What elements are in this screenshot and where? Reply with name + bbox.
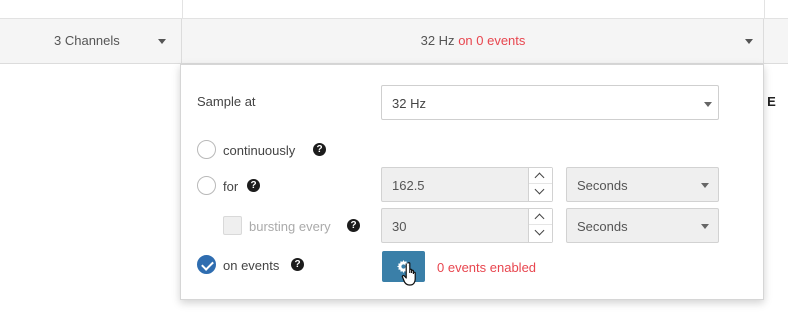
stepper-up-button[interactable] [529, 168, 552, 184]
chevron-down-icon [745, 39, 753, 44]
channel-header-row: 3 Channels 32 Hz on 0 events [0, 18, 788, 64]
chevron-down-icon [534, 225, 545, 236]
continuously-label: continuously [223, 143, 296, 158]
rate-events: on 0 events [458, 33, 526, 48]
continuously-radio[interactable] [197, 140, 216, 159]
channels-label: 3 Channels [54, 33, 120, 48]
sample-rate-summary: 32 Hz on 0 events [182, 33, 764, 48]
stepper-down-button[interactable] [529, 225, 552, 241]
hand-pointer-icon [401, 262, 416, 286]
duration-stepper[interactable] [528, 168, 552, 201]
for-radio[interactable] [197, 176, 216, 195]
on-events-radio[interactable] [197, 255, 216, 274]
bursting-label: bursting every [249, 219, 331, 234]
stepper-down-button[interactable] [529, 184, 552, 200]
channels-dropdown[interactable]: 3 Channels [0, 19, 182, 64]
question-circle-icon[interactable]: ? [313, 143, 326, 156]
chevron-up-icon [534, 172, 545, 183]
sample-rate-dropdown[interactable]: 32 Hz on 0 events [182, 19, 764, 64]
burst-unit-value: Seconds [577, 219, 628, 234]
column-divider [182, 0, 183, 18]
burst-interval-value: 30 [392, 219, 407, 234]
question-circle-icon[interactable]: ? [347, 219, 360, 232]
rate-value: 32 Hz [420, 33, 455, 48]
on-events-label: on events [223, 258, 280, 273]
events-enabled-text: 0 events enabled [437, 260, 537, 275]
sample-rate-value: 32 Hz [392, 96, 426, 111]
chevron-down-icon [701, 224, 709, 229]
sampling-popup: Sample at 32 Hz continuously ? for ? 162… [180, 64, 764, 300]
chevron-down-icon [701, 183, 709, 188]
burst-interval-input[interactable]: 30 [381, 208, 553, 243]
duration-input[interactable]: 162.5 [381, 167, 553, 202]
question-circle-icon[interactable]: ? [291, 258, 304, 271]
chevron-down-icon [158, 39, 166, 44]
burst-interval-stepper[interactable] [528, 209, 552, 242]
chevron-down-icon [534, 184, 545, 195]
burst-unit-select[interactable]: Seconds [566, 208, 719, 243]
duration-unit-value: Seconds [577, 178, 628, 193]
top-strip [0, 0, 788, 18]
sample-at-label: Sample at [197, 94, 256, 109]
duration-value: 162.5 [392, 178, 425, 193]
duration-unit-select[interactable]: Seconds [566, 167, 719, 202]
chevron-down-icon [704, 102, 712, 107]
bursting-checkbox[interactable] [223, 216, 242, 235]
sample-rate-select[interactable]: 32 Hz [381, 85, 719, 120]
for-label: for [223, 179, 239, 194]
column-divider [764, 0, 765, 18]
chevron-up-icon [534, 213, 545, 224]
question-circle-icon[interactable]: ? [247, 179, 260, 192]
stepper-up-button[interactable] [529, 209, 552, 225]
